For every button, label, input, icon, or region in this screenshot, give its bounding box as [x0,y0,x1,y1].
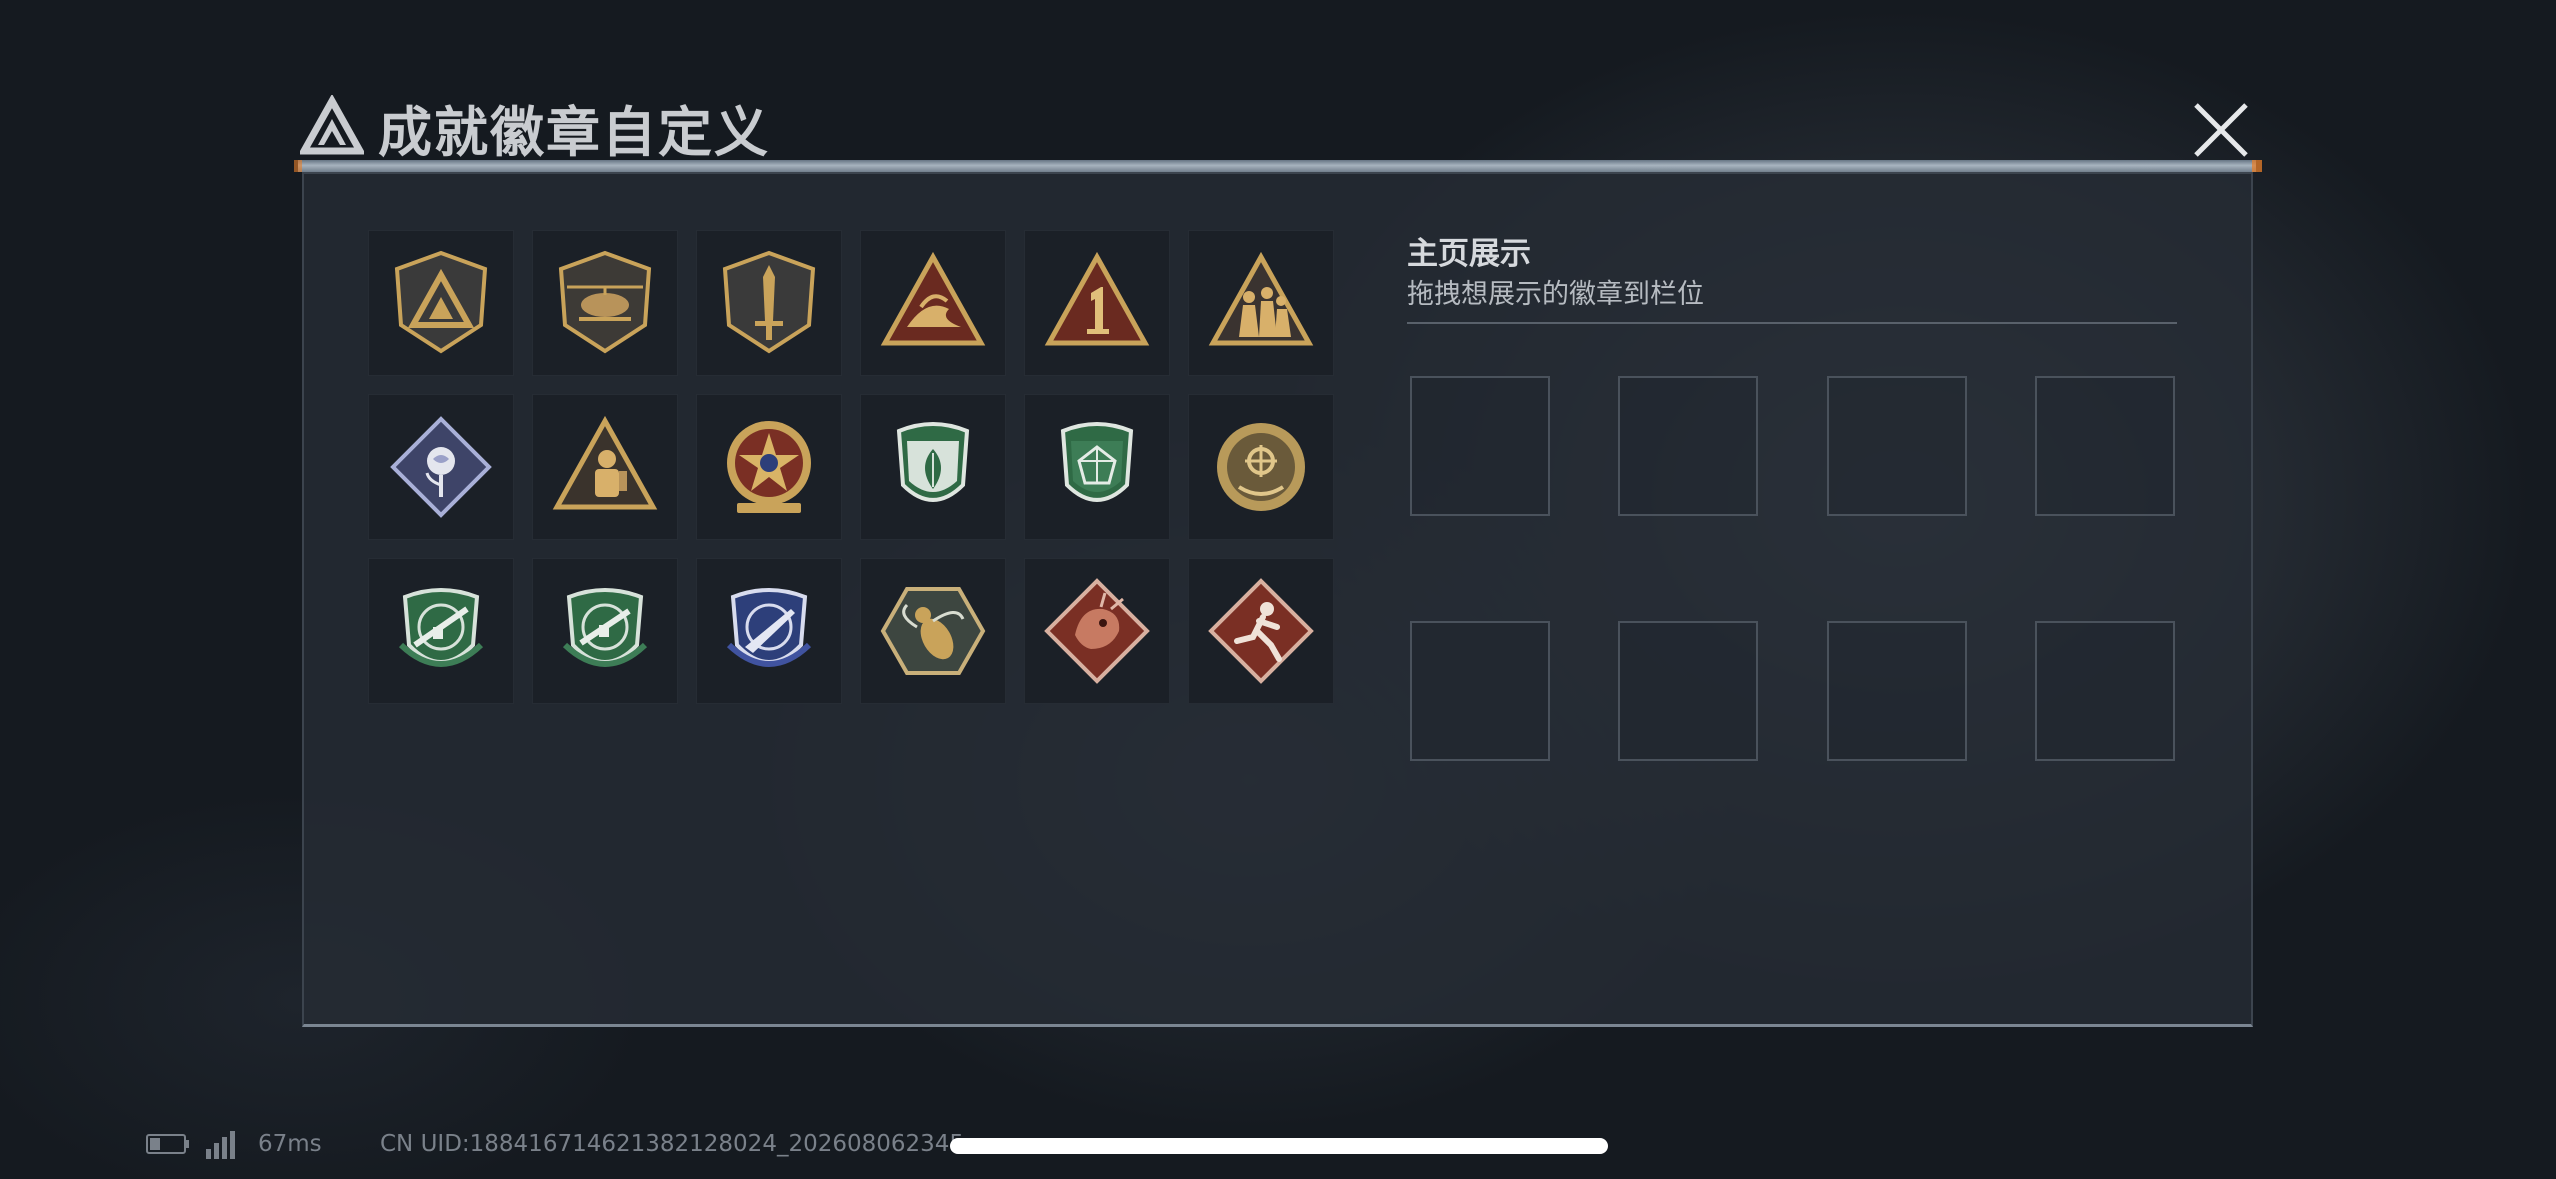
screen: 成就徽章自定义 主页展示 拖拽想展示的徽章到栏位 67ms CN UID:188… [0,0,2556,1179]
window-header: 成就徽章自定义 [300,82,770,172]
dagger-shield-badge-icon [722,250,816,354]
badge-item[interactable] [532,394,678,540]
showcase-slot[interactable] [1618,621,1758,761]
signal-icon [206,1131,235,1159]
wasp-hexagon-badge-icon [880,587,986,675]
showcase-subtitle: 拖拽想展示的徽章到栏位 [1407,279,1704,310]
blue-knife-shield-badge-icon [726,588,812,667]
page-title: 成就徽章自定义 [378,100,770,164]
badge-item[interactable] [1024,394,1170,540]
showcase-slot[interactable] [1410,376,1550,516]
badge-item[interactable] [368,558,514,704]
badge-item[interactable] [1188,558,1334,704]
showcase-slot[interactable] [1618,376,1758,516]
showcase-slot[interactable] [2035,621,2175,761]
triangle-wave-badge-icon [880,251,986,346]
rose-diamond-badge-icon [390,416,492,518]
showcase-slot[interactable] [1410,621,1550,761]
header-divider [294,160,2262,172]
red-runner-diamond-badge-icon [1208,578,1314,684]
badge-item[interactable] [696,558,842,704]
showcase-divider [1407,322,2177,324]
triangle-logo-icon [300,95,364,155]
latency-text: 67ms [258,1131,322,1157]
badge-item[interactable] [532,558,678,704]
badge-item[interactable] [696,230,842,376]
badge-item[interactable] [1024,558,1170,704]
star-medal-badge-icon [727,421,811,513]
gold-round-crest-badge-icon [1217,423,1305,511]
badge-item[interactable] [860,558,1006,704]
badge-item[interactable] [1024,230,1170,376]
showcase-title: 主页展示 [1407,236,1531,272]
badge-item[interactable] [532,230,678,376]
green-leaf-shield-badge-icon [896,422,970,502]
triangle-number-one-badge-icon [1044,251,1150,346]
badge-item[interactable] [1188,394,1334,540]
triangle-diver-badge-icon [552,415,658,510]
green-gem-shield-badge-icon [1060,422,1134,502]
green-rifle-shield-alt-badge-icon [562,588,648,667]
close-icon [2194,103,2248,157]
status-bar: 67ms [146,1128,322,1160]
triangle-shield-badge-icon [394,250,488,354]
close-button[interactable] [2186,95,2256,165]
green-rifle-shield-badge-icon [398,588,484,667]
showcase-slot[interactable] [1827,621,1967,761]
badge-item[interactable] [368,230,514,376]
helicopter-badge-icon [558,250,652,354]
badge-item[interactable] [860,230,1006,376]
badge-item[interactable] [696,394,842,540]
badge-item[interactable] [368,394,514,540]
uid-text: CN UID:18841671462138212802​4_2026080623… [380,1131,965,1157]
badge-item[interactable] [1188,230,1334,376]
home-indicator[interactable] [950,1138,1608,1154]
showcase-slot[interactable] [2035,376,2175,516]
badge-grid [368,230,1334,704]
triangle-soldiers-badge-icon [1208,251,1314,346]
battery-icon [146,1134,189,1154]
red-dragon-diamond-badge-icon [1044,578,1150,684]
badge-item[interactable] [860,394,1006,540]
showcase-slot[interactable] [1827,376,1967,516]
